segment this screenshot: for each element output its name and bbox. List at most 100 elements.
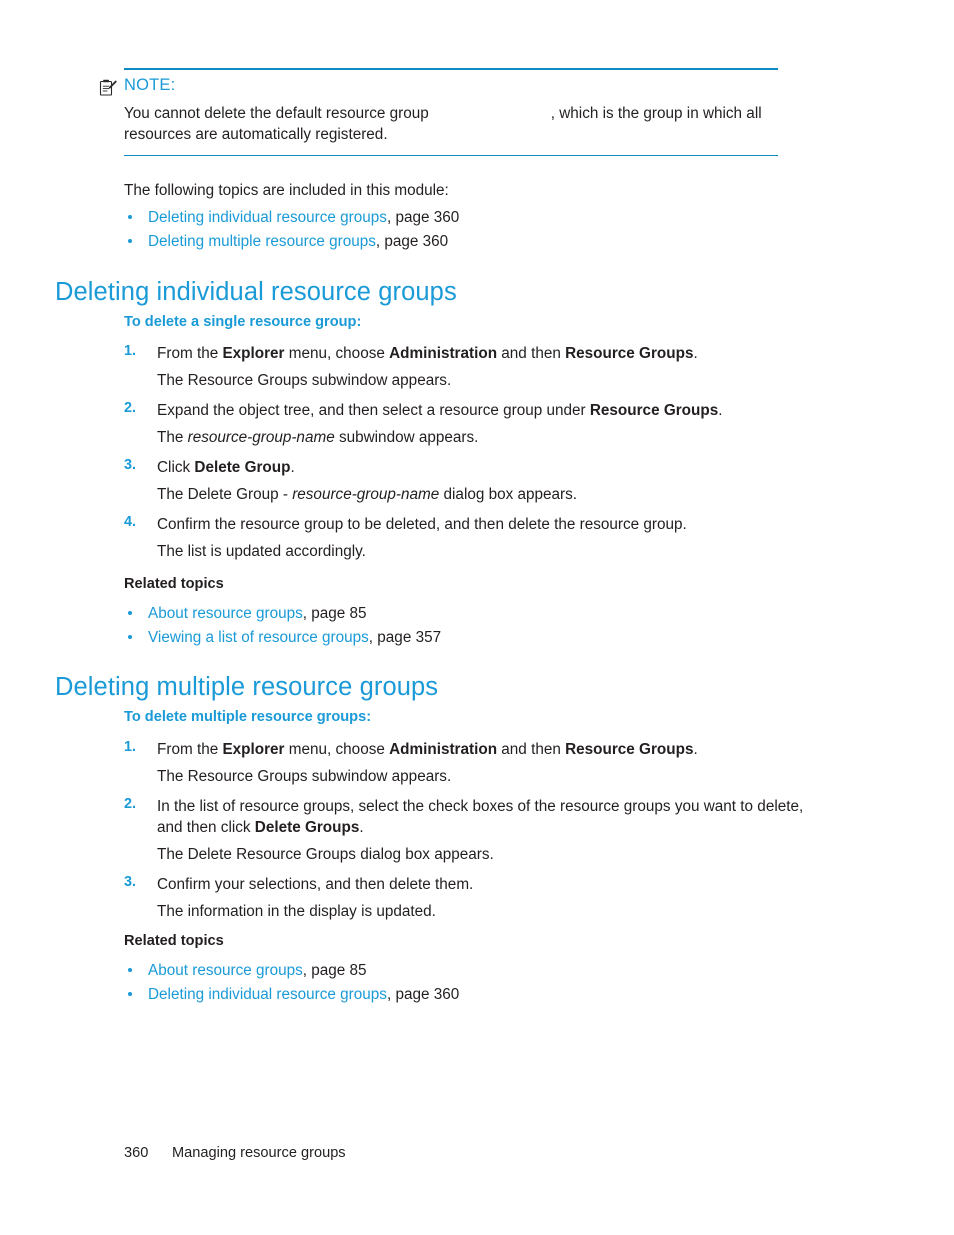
step-instruction: Expand the object tree, and then select … <box>157 400 814 427</box>
list-item: Deleting individual resource groups, pag… <box>124 983 784 1007</box>
text-run: and then <box>497 345 566 362</box>
step-result: The list is updated accordingly. <box>157 541 814 571</box>
step-instruction: Confirm the resource group to be deleted… <box>157 514 814 541</box>
step-number: 3. <box>124 874 137 890</box>
page-footer: 360 Managing resource groups <box>124 1145 346 1161</box>
note-label: NOTE: <box>124 75 176 94</box>
text-run: . <box>718 402 723 419</box>
module-topic-page-ref: , page 360 <box>386 209 460 226</box>
related-topic-link[interactable]: Deleting individual resource groups <box>148 986 387 1003</box>
procedure-step: 3. Click Delete Group. The Delete Group - … <box>124 457 814 514</box>
list-item: Deleting multiple resource groups, page … <box>124 230 784 254</box>
related-topics-heading: Related topics <box>124 933 224 949</box>
text-run: The Delete Resource Groups dialog box ap… <box>157 846 494 863</box>
related-topics-single: Related topics About resource groups, pa… <box>124 576 784 650</box>
step-number: 2. <box>124 400 137 416</box>
text-run: The <box>157 429 188 446</box>
text-run: . <box>693 741 698 758</box>
intro-text: The following topics are included in thi… <box>124 182 449 199</box>
text-run: menu, choose <box>284 345 390 362</box>
related-topic-page-ref: , page 357 <box>368 629 442 647</box>
step-result: The Resource Groups subwindow appears. <box>157 766 814 796</box>
step-instruction: From the Explorer menu, choose Administr… <box>157 739 814 766</box>
procedure-step: 3. Confirm your selections, and then dele… <box>124 874 814 931</box>
procedure-step: 2. In the list of resource groups, select… <box>124 796 814 874</box>
note-clipboard-icon <box>98 78 118 98</box>
related-topics-multiple: Related topics About resource groups, pa… <box>124 933 784 1007</box>
step-instruction: Confirm your selections, and then delete… <box>157 874 814 901</box>
emphasis-italic: resource-group-name <box>187 429 335 446</box>
bullet-dot-icon <box>128 992 132 997</box>
step-number: 2. <box>124 796 137 812</box>
emphasis-italic: resource-group-name <box>292 486 440 503</box>
emphasis-bold: Resource Groups <box>589 402 719 419</box>
list-item: About resource groups, page 85 <box>124 602 784 626</box>
note-callout: NOTE: You cannot delete the default reso… <box>98 68 788 157</box>
bullet-dot-icon <box>128 239 132 244</box>
text-run: The Resource Groups subwindow appears. <box>157 372 452 389</box>
step-result: The resource-group-name subwindow appear… <box>157 427 814 457</box>
step-number: 1. <box>124 343 137 359</box>
text-run: Expand the object tree, and then select … <box>157 402 590 419</box>
section-title-deleting-individual: Deleting individual resource groups <box>55 278 457 306</box>
procedure-step: 2. Expand the object tree, and then selec… <box>124 400 814 457</box>
step-result: The Resource Groups subwindow appears. <box>157 370 814 400</box>
text-run: menu, choose <box>284 741 390 758</box>
text-run: . <box>693 345 698 362</box>
related-topic-link[interactable]: About resource groups <box>148 962 303 979</box>
module-topic-list: Deleting individual resource groups, pag… <box>124 206 784 254</box>
section-title-deleting-multiple: Deleting multiple resource groups <box>55 673 439 701</box>
procedure-steps-single: 1. From the Explorer menu, choose Adminis… <box>124 343 814 571</box>
note-body-before: You cannot delete the default resource g… <box>124 104 429 122</box>
procedure-steps-multiple: 1. From the Explorer menu, choose Adminis… <box>124 739 814 931</box>
list-item: Deleting individual resource groups, pag… <box>124 206 784 230</box>
related-topic-page-ref: , page 85 <box>302 605 367 622</box>
text-run: From the <box>157 345 223 362</box>
note-bottom-rule <box>124 154 778 157</box>
step-instruction: Click Delete Group. <box>157 457 814 484</box>
text-run: . <box>290 459 295 476</box>
subsection-title-single: To delete a single resource group: <box>124 314 362 330</box>
footer-page-number: 360 <box>124 1145 149 1161</box>
text-run: and then <box>497 741 566 758</box>
related-topic-link[interactable]: About resource groups <box>148 605 303 622</box>
text-run: The list is updated accordingly. <box>157 543 366 560</box>
step-number: 3. <box>124 457 137 473</box>
emphasis-bold: Explorer <box>222 741 285 758</box>
module-topic-page-ref: , page 360 <box>375 233 449 251</box>
text-run: Click <box>157 459 195 476</box>
related-topics-heading: Related topics <box>124 576 224 592</box>
list-item: Viewing a list of resource groups, page … <box>124 626 784 650</box>
document-page: NOTE: You cannot delete the default reso… <box>0 0 954 1235</box>
procedure-step: 4. Confirm the resource group to be delet… <box>124 514 814 571</box>
text-run: . <box>359 819 364 836</box>
text-run: dialog box appears. <box>439 486 578 503</box>
note-body: You cannot delete the default resource g… <box>124 97 778 155</box>
text-run: Confirm the resource group to be deleted… <box>157 516 687 533</box>
related-topic-link[interactable]: Viewing a list of resource groups <box>148 629 369 646</box>
procedure-step: 1. From the Explorer menu, choose Adminis… <box>124 343 814 400</box>
emphasis-bold: Resource Groups <box>565 345 694 362</box>
text-run: The Resource Groups subwindow appears. <box>157 768 452 785</box>
emphasis-bold: Explorer <box>222 345 285 362</box>
emphasis-bold: Administration <box>389 741 498 758</box>
emphasis-bold: Delete Groups <box>254 819 360 836</box>
step-result: The information in the display is update… <box>157 901 814 931</box>
text-run: From the <box>157 741 223 758</box>
footer-chapter-title: Managing resource groups <box>172 1145 346 1161</box>
bullet-dot-icon <box>128 611 132 615</box>
list-item: About resource groups, page 85 <box>124 959 784 983</box>
step-result: The Delete Resource Groups dialog box ap… <box>157 844 814 874</box>
bullet-dot-icon <box>128 968 132 972</box>
module-topic-link[interactable]: Deleting multiple resource groups <box>148 233 376 250</box>
subsection-title-multiple: To delete multiple resource groups: <box>124 709 372 725</box>
bullet-dot-icon <box>128 215 132 219</box>
module-topic-link[interactable]: Deleting individual resource groups <box>148 209 387 226</box>
text-run: The Delete Group - <box>157 486 293 503</box>
text-run: Confirm your selections, and then delete… <box>157 876 474 893</box>
related-topic-page-ref: , page 360 <box>386 986 460 1004</box>
step-instruction: In the list of resource groups, select t… <box>157 796 814 844</box>
related-topic-page-ref: , page 85 <box>302 962 367 979</box>
emphasis-bold: Resource Groups <box>565 741 694 758</box>
step-number: 4. <box>124 514 137 530</box>
